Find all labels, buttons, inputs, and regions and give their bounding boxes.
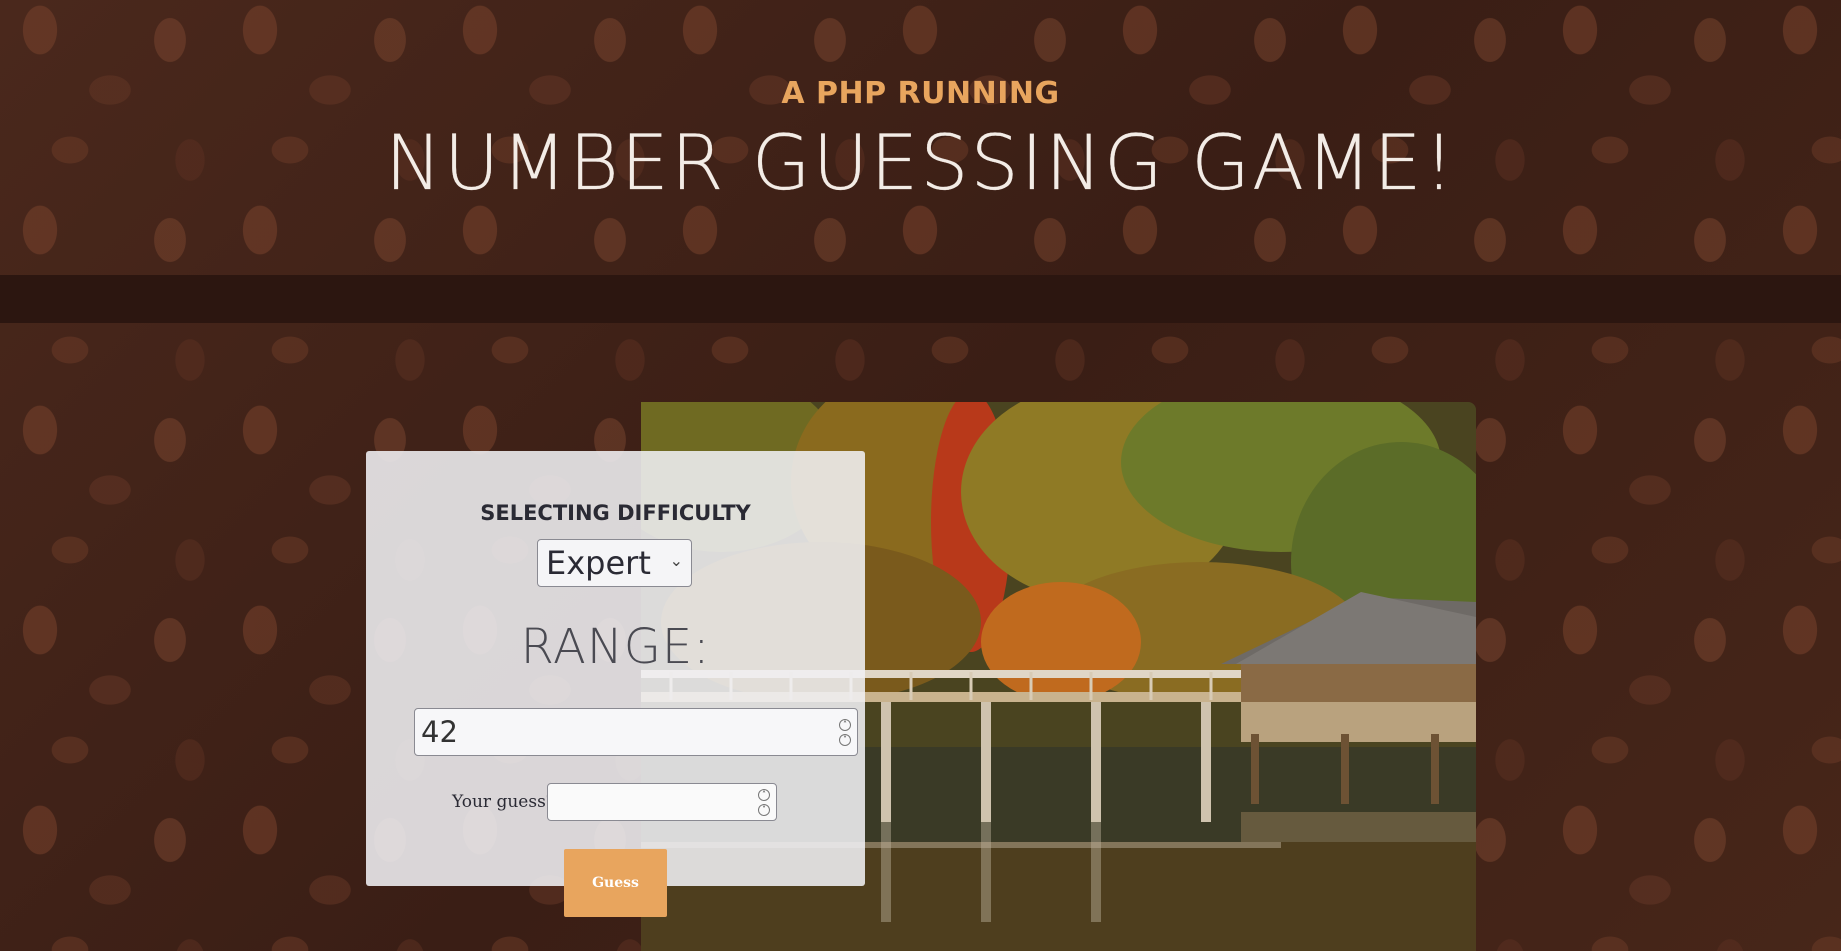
- spin-down-icon[interactable]: ˅: [758, 804, 770, 816]
- chevron-down-icon: ⌄: [669, 551, 683, 570]
- range-input[interactable]: 42 ˄ ˅: [414, 708, 858, 756]
- difficulty-selected-value: Expert: [546, 544, 651, 582]
- page-title: NUMBER GUESSING GAME!: [384, 118, 1457, 207]
- range-spinner[interactable]: ˄ ˅: [839, 719, 851, 747]
- guess-spinner[interactable]: ˄ ˅: [758, 789, 770, 817]
- difficulty-panel: SELECTING DIFFICULTY Expert ⌄ RANGE: 42 …: [366, 451, 865, 886]
- page-subtitle: A PHP RUNNING: [781, 76, 1060, 111]
- difficulty-select[interactable]: Expert ⌄: [537, 539, 692, 587]
- guess-input[interactable]: ˄ ˅: [547, 783, 777, 821]
- spin-down-icon[interactable]: ˅: [839, 734, 851, 746]
- spin-up-icon[interactable]: ˄: [758, 789, 770, 801]
- spin-up-icon[interactable]: ˄: [839, 719, 851, 731]
- guess-label: Your guess?: [452, 792, 555, 812]
- page-header: A PHP RUNNING NUMBER GUESSING GAME!: [0, 0, 1841, 275]
- guess-button[interactable]: Guess: [564, 849, 667, 917]
- header-band: [0, 275, 1841, 323]
- range-value: 42: [421, 715, 458, 749]
- difficulty-heading: SELECTING DIFFICULTY: [480, 501, 751, 525]
- range-label: RANGE:: [520, 619, 711, 675]
